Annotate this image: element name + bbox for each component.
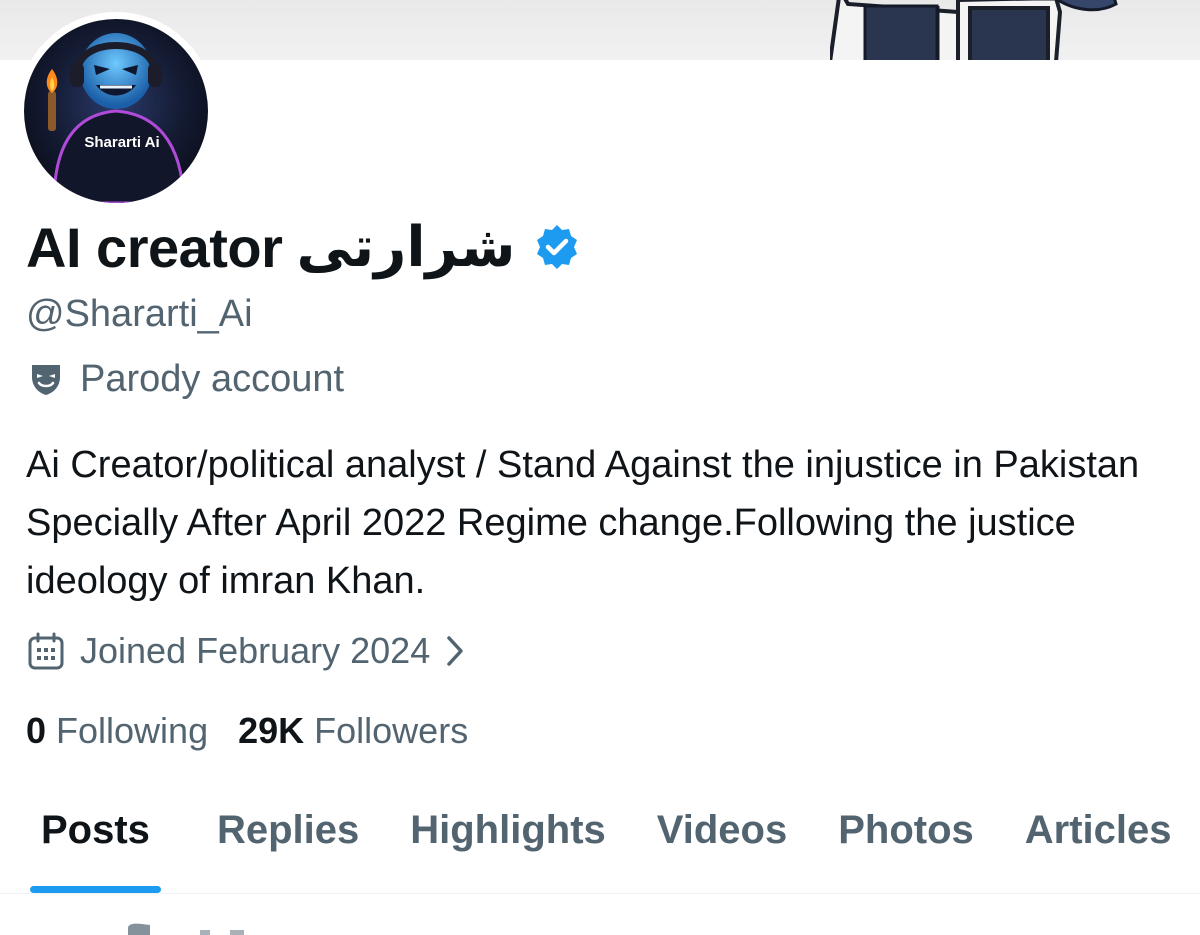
- theater-mask-icon: [26, 359, 66, 399]
- tab-posts[interactable]: Posts: [30, 790, 161, 893]
- avatar-label: Shararti Ai: [84, 134, 159, 151]
- verified-badge-icon[interactable]: [533, 223, 581, 271]
- joined-date[interactable]: Joined February 2024: [26, 628, 468, 674]
- display-name-text: AI creator: [26, 215, 283, 279]
- joined-date-text: Joined February 2024: [80, 630, 431, 671]
- tab-label: Articles: [1024, 808, 1172, 852]
- active-tab-indicator: [30, 886, 161, 893]
- following-count: 0: [26, 710, 47, 751]
- banner-illustration: [830, 0, 1118, 60]
- tab-articles[interactable]: Articles: [1025, 790, 1172, 893]
- profile-handle: @Shararti_Ai: [26, 293, 253, 335]
- profile-display-name: AI creator شرارتی: [26, 212, 581, 282]
- timeline-preview: [0, 894, 1200, 935]
- tab-videos[interactable]: Videos: [657, 790, 787, 893]
- chevron-right-icon: [442, 634, 468, 668]
- tab-replies[interactable]: Replies: [217, 790, 359, 893]
- followers-link[interactable]: 29K Followers: [238, 710, 468, 752]
- avatar-image: Shararti Ai: [24, 19, 208, 203]
- tab-highlights[interactable]: Highlights: [410, 790, 606, 893]
- profile-stats: 0 Following 29K Followers: [26, 708, 468, 754]
- following-link[interactable]: 0 Following: [26, 710, 208, 752]
- profile-tabs: Posts Replies Highlights Videos Photos A…: [0, 790, 1200, 893]
- followers-count: 29K: [238, 710, 305, 751]
- tab-photos[interactable]: Photos: [838, 790, 974, 893]
- tab-label: Videos: [656, 808, 788, 852]
- parody-label[interactable]: Parody account: [26, 356, 344, 402]
- parody-label-text: Parody account: [80, 357, 345, 400]
- display-name-urdu: شرارتی: [296, 214, 516, 280]
- profile-bio: Ai Creator/political analyst / Stand Aga…: [26, 444, 1140, 602]
- calendar-icon: [26, 631, 66, 671]
- following-label: Following: [56, 710, 209, 751]
- profile-avatar[interactable]: Shararti Ai: [17, 12, 215, 210]
- tab-label: Replies: [216, 808, 360, 852]
- followers-label: Followers: [314, 710, 469, 751]
- tab-label: Photos: [838, 808, 974, 852]
- tab-label: Posts: [41, 808, 150, 852]
- tab-label: Highlights: [410, 808, 606, 852]
